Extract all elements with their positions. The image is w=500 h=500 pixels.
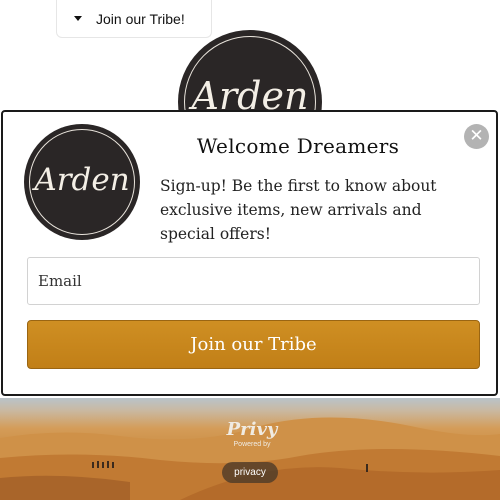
caret-down-icon xyxy=(74,16,82,21)
modal-description: Sign-up! Be the first to know about excl… xyxy=(160,177,437,243)
privacy-link[interactable]: privacy xyxy=(222,462,278,483)
powered-by-text: Powered by xyxy=(233,441,271,448)
join-tribe-tab[interactable]: Join our Tribe! xyxy=(56,0,212,38)
email-field[interactable] xyxy=(27,257,480,305)
modal-title: Welcome Dreamers xyxy=(196,134,400,158)
signup-modal: ✕ Arden Welcome Dreamers Sign-up! Be the… xyxy=(1,110,498,396)
arden-logo-text: Arden xyxy=(34,162,130,198)
privy-logo-text: Privy xyxy=(226,419,278,440)
close-icon[interactable]: ✕ xyxy=(464,124,489,149)
privy-logo[interactable]: Privy Powered by xyxy=(220,420,284,456)
join-tribe-button[interactable]: Join our Tribe xyxy=(27,320,480,369)
join-tribe-tab-label: Join our Tribe! xyxy=(96,10,185,27)
arden-logo: Arden xyxy=(24,124,140,240)
